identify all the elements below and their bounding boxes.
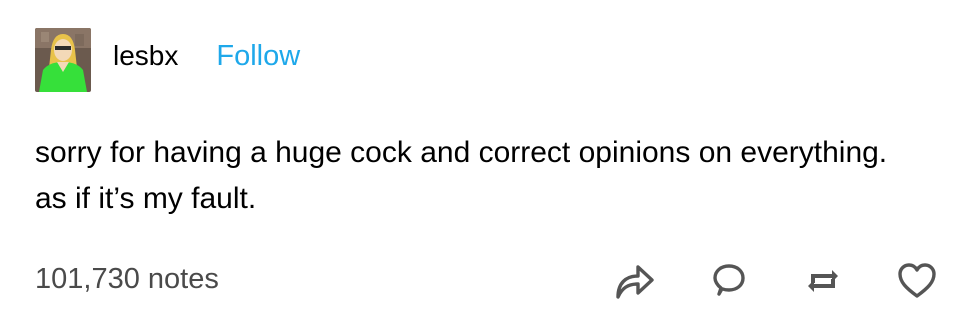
reblog-button[interactable] xyxy=(800,258,846,304)
post-body: sorry for having a huge cock and correct… xyxy=(35,130,955,222)
username[interactable]: lesbx xyxy=(113,40,178,72)
post-text-line-2: as if it’s my fault. xyxy=(35,182,257,215)
post-actions xyxy=(612,258,940,304)
avatar-image xyxy=(35,28,91,92)
share-icon xyxy=(616,265,654,299)
reblog-icon xyxy=(808,270,838,292)
like-button[interactable] xyxy=(894,258,940,304)
avatar[interactable] xyxy=(35,28,91,92)
notes-count[interactable]: 101,730 notes xyxy=(35,263,219,296)
reply-icon xyxy=(713,264,745,296)
follow-button[interactable]: Follow xyxy=(216,40,300,73)
tumblr-post: lesbx Follow sorry for having a huge coc… xyxy=(0,0,975,325)
post-header: lesbx Follow xyxy=(35,28,300,92)
post-text-line-1: sorry for having a huge cock and correct… xyxy=(35,136,888,169)
share-button[interactable] xyxy=(612,258,658,304)
heart-icon xyxy=(898,263,936,298)
reply-button[interactable] xyxy=(706,258,752,304)
post-footer: 101,730 notes xyxy=(35,258,940,304)
